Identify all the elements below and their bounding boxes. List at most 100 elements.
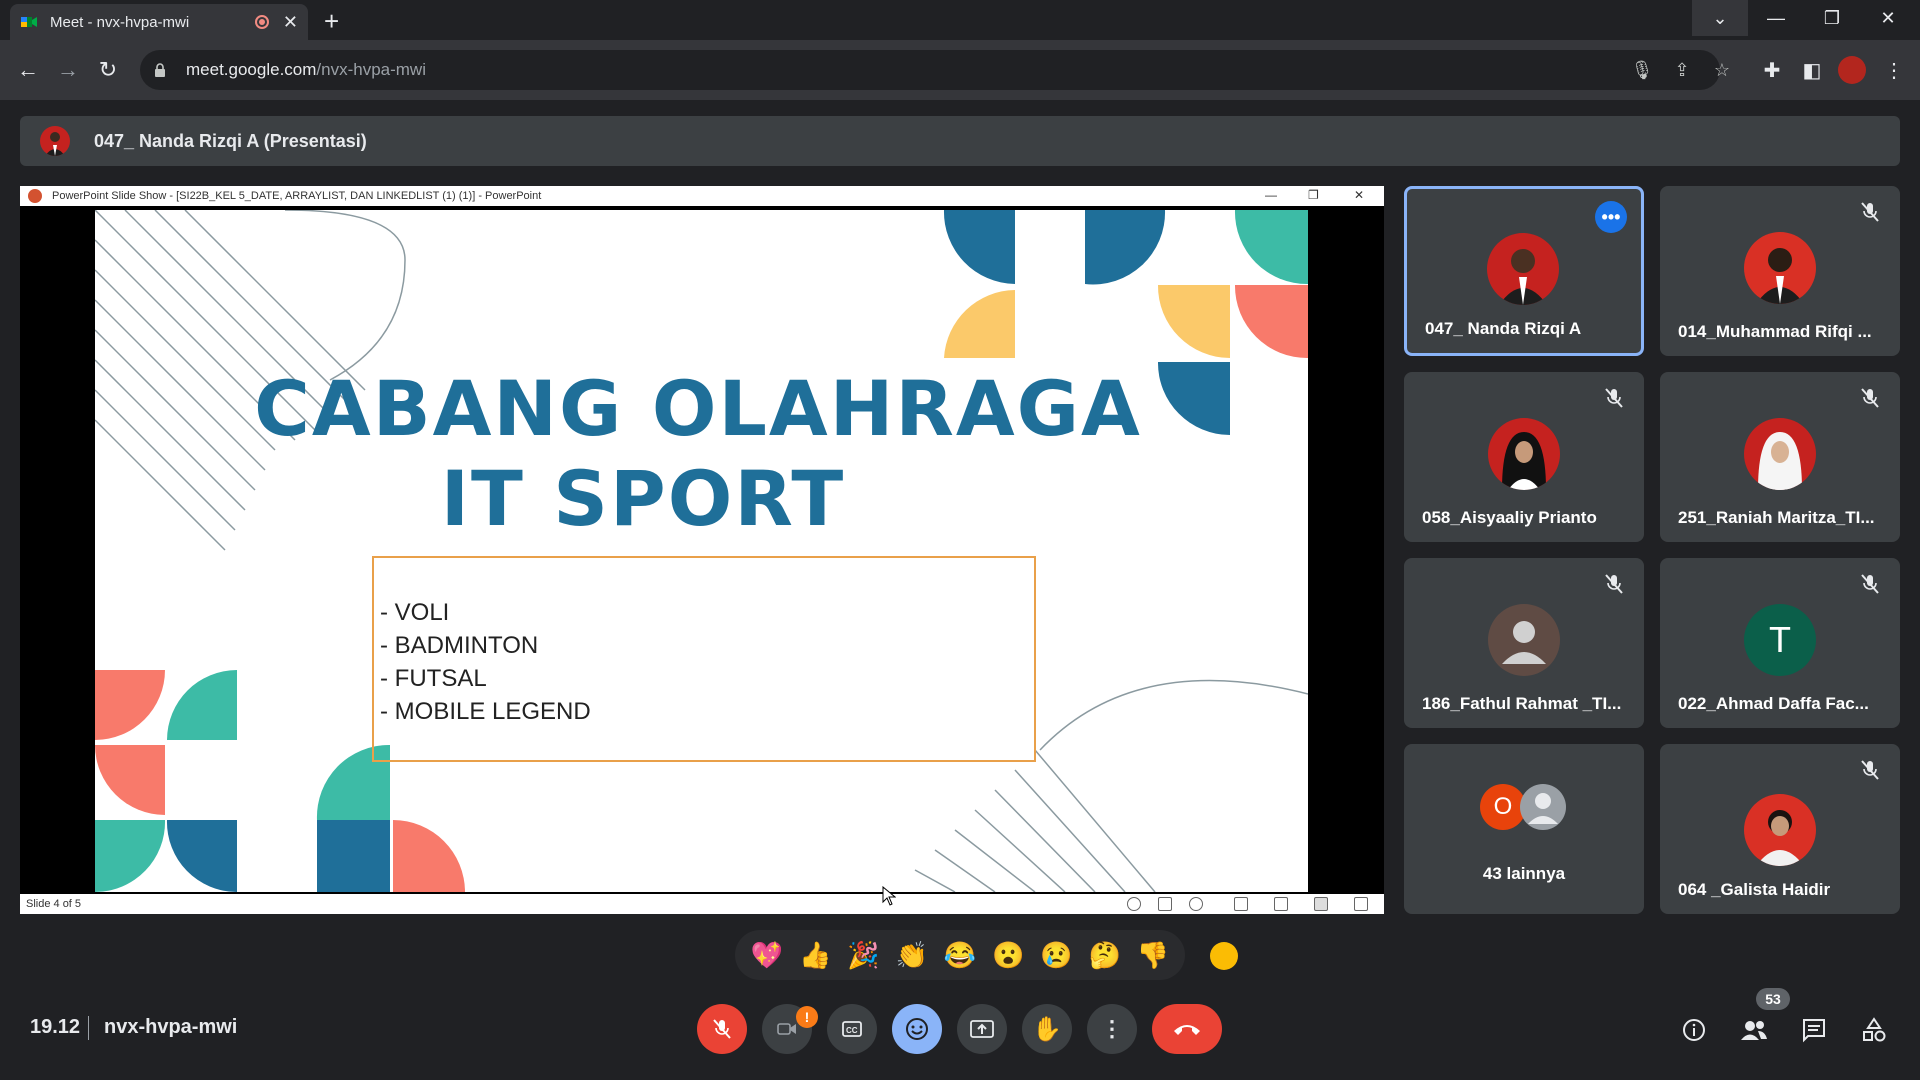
pp-close-icon: ✕ — [1354, 188, 1365, 202]
more-options-icon[interactable]: ••• — [1595, 201, 1627, 233]
powerpoint-icon — [28, 189, 42, 203]
slide-decoration — [95, 210, 1308, 892]
extensions-puzzle-icon[interactable]: ✚ — [1758, 56, 1786, 84]
reaction-surprised[interactable]: 😮 — [992, 940, 1024, 971]
minimize-icon[interactable]: — — [1748, 0, 1804, 36]
participant-avatar — [1488, 418, 1560, 490]
reaction-sparkling-heart[interactable]: 💖 — [751, 940, 783, 971]
presenter-name: 047_ Nanda Rizqi A (Presentasi) — [94, 130, 367, 151]
mouse-cursor-icon — [882, 886, 896, 906]
others-tile[interactable]: O 43 lainnya — [1404, 744, 1644, 914]
tab-title: Meet - nvx-hvpa-mwi — [50, 13, 190, 31]
browser-tab-bar: Meet - nvx-hvpa-mwi ✕ + ⌄ — ❐ ✕ — [0, 0, 1920, 40]
close-window-icon[interactable]: ✕ — [1860, 0, 1916, 36]
participant-tile[interactable]: ••• 047_ Nanda Rizqi A — [1404, 186, 1644, 356]
microphone-icon[interactable]: 🎙 — [1630, 58, 1654, 82]
side-panel-icon[interactable]: ◧ — [1798, 56, 1826, 84]
tab-search-chevron-icon[interactable]: ⌄ — [1692, 0, 1748, 36]
others-avatar-generic — [1520, 784, 1566, 830]
mic-off-icon — [1861, 760, 1879, 780]
participant-tile[interactable]: 186_Fathul Rahmat _TI... — [1404, 558, 1644, 728]
mic-off-icon — [1861, 574, 1879, 594]
send-reaction-button[interactable] — [892, 1004, 942, 1054]
participant-tile[interactable]: T 022_Ahmad Daffa Fac... — [1660, 558, 1900, 728]
mic-off-icon — [1861, 388, 1879, 408]
captions-button[interactable]: CC — [827, 1004, 877, 1054]
closed-captions-icon: CC — [842, 1021, 862, 1037]
participant-name: 014_Muhammad Rifqi ... — [1678, 322, 1872, 341]
prev-slide-icon — [1127, 897, 1141, 911]
bullet-box: - VOLI - BADMINTON - FUTSAL - MOBILE LEG… — [372, 556, 1036, 762]
share-icon[interactable]: ⇪ — [1670, 58, 1694, 82]
leave-call-button[interactable] — [1152, 1004, 1222, 1054]
participant-tile[interactable]: 058_Aisyaaliy Prianto — [1404, 372, 1644, 542]
chat-button[interactable] — [1796, 1012, 1832, 1048]
participant-avatar — [1744, 232, 1816, 304]
people-button[interactable] — [1736, 1012, 1772, 1048]
raise-hand-button[interactable]: ✋ — [1022, 1004, 1072, 1054]
address-bar[interactable]: meet.google.com/nvx-hvpa-mwi — [140, 50, 1720, 90]
back-arrow-icon[interactable]: ← — [12, 54, 44, 86]
slide-title-line1: CABANG OLAHRAGA — [254, 364, 1142, 453]
bullet-item: - MOBILE LEGEND — [380, 698, 591, 725]
present-screen-icon — [970, 1020, 994, 1038]
smiley-icon — [906, 1018, 928, 1040]
url-host: meet.google.com — [186, 60, 317, 79]
next-slide-icon — [1189, 897, 1203, 911]
participant-avatar: T — [1744, 604, 1816, 676]
camera-warning-badge: ! — [796, 1006, 818, 1028]
presenter-avatar — [40, 126, 70, 156]
bookmark-star-icon[interactable]: ☆ — [1710, 58, 1734, 82]
reload-icon[interactable]: ↻ — [92, 54, 124, 86]
presentation-slide: CABANG OLAHRAGA IT SPORT - VOLI - BADMIN… — [95, 210, 1308, 892]
forward-arrow-icon[interactable]: → — [52, 54, 84, 86]
lock-icon — [155, 63, 165, 77]
restore-icon[interactable]: ❐ — [1804, 0, 1860, 36]
close-tab-icon[interactable]: ✕ — [283, 12, 298, 33]
notes-icon — [1158, 897, 1172, 911]
participant-tile[interactable]: 064 _Galista Haidir — [1660, 744, 1900, 914]
reactions-bar: 💖 👍 🎉 👏 😂 😮 😢 🤔 👎 — [735, 930, 1185, 980]
mic-toggle-button[interactable] — [697, 1004, 747, 1054]
more-vert-icon: ⋮ — [1101, 1016, 1123, 1041]
divider — [88, 1016, 89, 1040]
powerpoint-title-bar: PowerPoint Slide Show - [SI22B_KEL 5_DAT… — [20, 186, 1384, 206]
slide-title-line2: IT SPORT — [440, 454, 846, 543]
profile-avatar[interactable] — [1838, 56, 1866, 84]
slide-sorter-icon — [1274, 897, 1288, 911]
present-screen-button[interactable] — [957, 1004, 1007, 1054]
google-meet-icon — [21, 17, 37, 27]
meeting-details-button[interactable] — [1676, 1012, 1712, 1048]
reading-view-icon — [1314, 897, 1328, 911]
activities-button[interactable] — [1856, 1012, 1892, 1048]
participant-tile[interactable]: 251_Raniah Maritza_TI... — [1660, 372, 1900, 542]
people-icon — [1741, 1021, 1767, 1040]
participant-name: 064 _Galista Haidir — [1678, 880, 1831, 899]
participant-name: 186_Fathul Rahmat _TI... — [1422, 694, 1622, 713]
skin-tone-picker[interactable] — [1210, 942, 1238, 970]
reaction-clapping[interactable]: 👏 — [896, 940, 928, 971]
others-count-label: 43 lainnya — [1482, 864, 1566, 883]
participant-tile[interactable]: 014_Muhammad Rifqi ... — [1660, 186, 1900, 356]
reaction-thumbs-down[interactable]: 👎 — [1137, 940, 1169, 971]
participant-name: 022_Ahmad Daffa Fac... — [1678, 694, 1869, 713]
reaction-thinking[interactable]: 🤔 — [1088, 940, 1120, 971]
mic-off-icon — [713, 1019, 731, 1039]
info-icon — [1683, 1019, 1705, 1041]
participant-name: 058_Aisyaaliy Prianto — [1422, 508, 1597, 527]
participant-count-badge: 53 — [1756, 988, 1790, 1010]
mic-off-icon — [1605, 574, 1623, 594]
browser-tab[interactable]: Meet - nvx-hvpa-mwi ✕ — [10, 4, 308, 40]
reaction-laughing[interactable]: 😂 — [944, 940, 976, 971]
participant-avatar — [1744, 418, 1816, 490]
presenter-bar: 047_ Nanda Rizqi A (Presentasi) — [20, 116, 1900, 166]
meeting-clock: 19.12 — [30, 1016, 81, 1038]
more-options-button[interactable]: ⋮ — [1087, 1004, 1137, 1054]
new-tab-icon[interactable]: + — [324, 6, 339, 37]
chat-icon — [1803, 1019, 1825, 1043]
browser-menu-icon[interactable]: ⋮ — [1880, 56, 1908, 84]
reaction-crying[interactable]: 😢 — [1040, 940, 1072, 971]
participant-avatar — [1488, 604, 1560, 676]
reaction-thumbs-up[interactable]: 👍 — [799, 940, 831, 971]
reaction-party-popper[interactable]: 🎉 — [847, 940, 879, 971]
